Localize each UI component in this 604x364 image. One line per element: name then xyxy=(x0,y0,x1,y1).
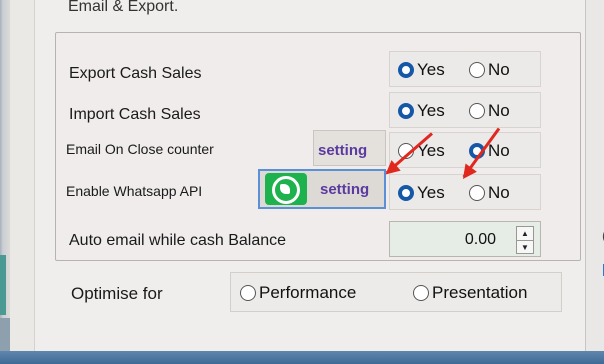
email-export-panel: Export Cash Sales Yes No Import Cash Sal… xyxy=(55,32,581,261)
import-cash-sales-radio-group: Yes No xyxy=(389,92,541,128)
radio-selected-icon xyxy=(398,103,414,119)
whatsapp-yes-radio[interactable]: Yes xyxy=(398,183,445,203)
export-cash-sales-radio-group: Yes No xyxy=(389,51,541,87)
radio-empty-icon xyxy=(413,285,429,301)
enable-whatsapp-label: Enable Whatsapp API xyxy=(66,183,203,199)
chevron-up-icon[interactable]: ▲ xyxy=(517,227,533,240)
whatsapp-icon xyxy=(265,173,307,205)
window-right-edge: ( xyxy=(585,0,604,364)
radio-selected-icon xyxy=(398,185,414,201)
whatsapp-setting-label: setting xyxy=(320,181,370,198)
cash-balance-input[interactable]: 0.00 ▲ ▼ xyxy=(389,221,541,257)
optimise-radio-group: Performance Presentation xyxy=(230,272,562,312)
presentation-radio[interactable]: Presentation xyxy=(413,283,527,303)
import-no-radio[interactable]: No xyxy=(469,101,510,121)
radio-empty-icon xyxy=(469,103,485,119)
import-cash-sales-label: Import Cash Sales xyxy=(69,106,201,123)
group-title: Email & Export. xyxy=(68,0,179,15)
radio-empty-icon xyxy=(240,285,256,301)
taskbar-strip xyxy=(0,351,604,364)
optimise-row: Optimise for Performance Presentation xyxy=(55,272,575,312)
cash-balance-value: 0.00 xyxy=(464,231,496,248)
cash-balance-stepper[interactable]: ▲ ▼ xyxy=(516,226,534,254)
export-cash-sales-label: Export Cash Sales xyxy=(69,65,202,82)
import-yes-radio[interactable]: Yes xyxy=(398,101,445,121)
background-window-strip xyxy=(0,255,6,315)
email-setting-button[interactable]: setting xyxy=(313,130,386,166)
auto-email-label: Auto email while cash Balance xyxy=(69,232,287,249)
radio-selected-icon xyxy=(398,62,414,78)
optimise-label: Optimise for xyxy=(71,284,163,303)
window-left-edge xyxy=(0,0,10,364)
performance-radio[interactable]: Performance xyxy=(240,283,356,303)
radio-empty-icon xyxy=(469,62,485,78)
export-yes-radio[interactable]: Yes xyxy=(398,60,445,80)
whatsapp-no-radio[interactable]: No xyxy=(469,183,510,203)
whatsapp-setting-button[interactable]: setting xyxy=(258,169,386,209)
chevron-down-icon[interactable]: ▼ xyxy=(517,240,533,254)
export-no-radio[interactable]: No xyxy=(469,60,510,80)
email-on-close-label: Email On Close counter xyxy=(66,141,214,157)
radio-empty-icon xyxy=(469,185,485,201)
dialog-left-border xyxy=(10,0,35,351)
